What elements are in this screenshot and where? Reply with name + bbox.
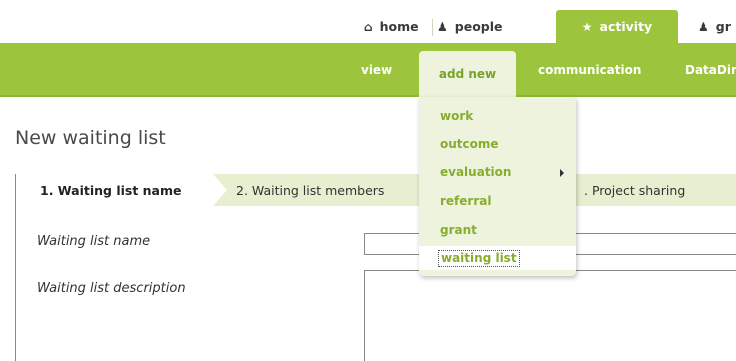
wizard-steps: 1. Waiting list name 2. Waiting list mem… xyxy=(15,174,736,206)
waiting-list-description-textarea[interactable] xyxy=(364,270,736,361)
subnav-add-new[interactable]: add new xyxy=(419,51,516,97)
nav-activity[interactable]: ★ activity xyxy=(556,10,678,43)
step-waiting-list-members[interactable]: 2. Waiting list members xyxy=(236,174,384,206)
top-navigation: ⌂ home ♟ people ★ activity ♟ gr xyxy=(0,0,736,43)
waiting-list-description-label: Waiting list description xyxy=(37,281,186,296)
menu-item-referral[interactable]: referral xyxy=(440,194,491,208)
step-project-sharing[interactable]: . Project sharing xyxy=(584,174,685,206)
sub-navigation: view add new communication DataDir xyxy=(0,43,736,97)
nav-people-label: people xyxy=(454,19,503,34)
waiting-list-name-label: Waiting list name xyxy=(37,234,151,249)
nav-activity-label: activity xyxy=(599,19,653,34)
submenu-arrow-icon xyxy=(560,169,564,177)
subnav-view[interactable]: view xyxy=(361,43,392,97)
nav-home[interactable]: ⌂ home xyxy=(364,10,419,43)
group-icon: ♟ xyxy=(698,19,709,34)
menu-item-grant[interactable]: grant xyxy=(440,223,477,237)
menu-item-waiting-list-row[interactable]: waiting list xyxy=(419,246,576,270)
nav-divider xyxy=(432,19,433,36)
menu-item-outcome[interactable]: outcome xyxy=(440,137,499,151)
star-icon: ★ xyxy=(581,19,593,34)
nav-people[interactable]: ♟ people xyxy=(437,10,503,43)
menu-item-waiting-list[interactable]: waiting list xyxy=(438,250,520,267)
page-title: New waiting list xyxy=(15,127,166,149)
step-arrow xyxy=(213,174,227,206)
subnav-datadir[interactable]: DataDir xyxy=(685,43,736,97)
step-waiting-list-name[interactable]: 1. Waiting list name xyxy=(16,174,213,206)
home-icon: ⌂ xyxy=(364,19,373,34)
add-new-dropdown: work outcome evaluation referral grant w… xyxy=(419,97,576,276)
nav-groups-label: gr xyxy=(715,19,731,34)
menu-item-work[interactable]: work xyxy=(440,109,473,123)
menu-item-evaluation[interactable]: evaluation xyxy=(440,165,511,179)
subnav-communication[interactable]: communication xyxy=(538,43,641,97)
nav-groups[interactable]: ♟ gr xyxy=(698,10,731,43)
nav-home-label: home xyxy=(379,19,419,34)
person-icon: ♟ xyxy=(437,19,448,34)
